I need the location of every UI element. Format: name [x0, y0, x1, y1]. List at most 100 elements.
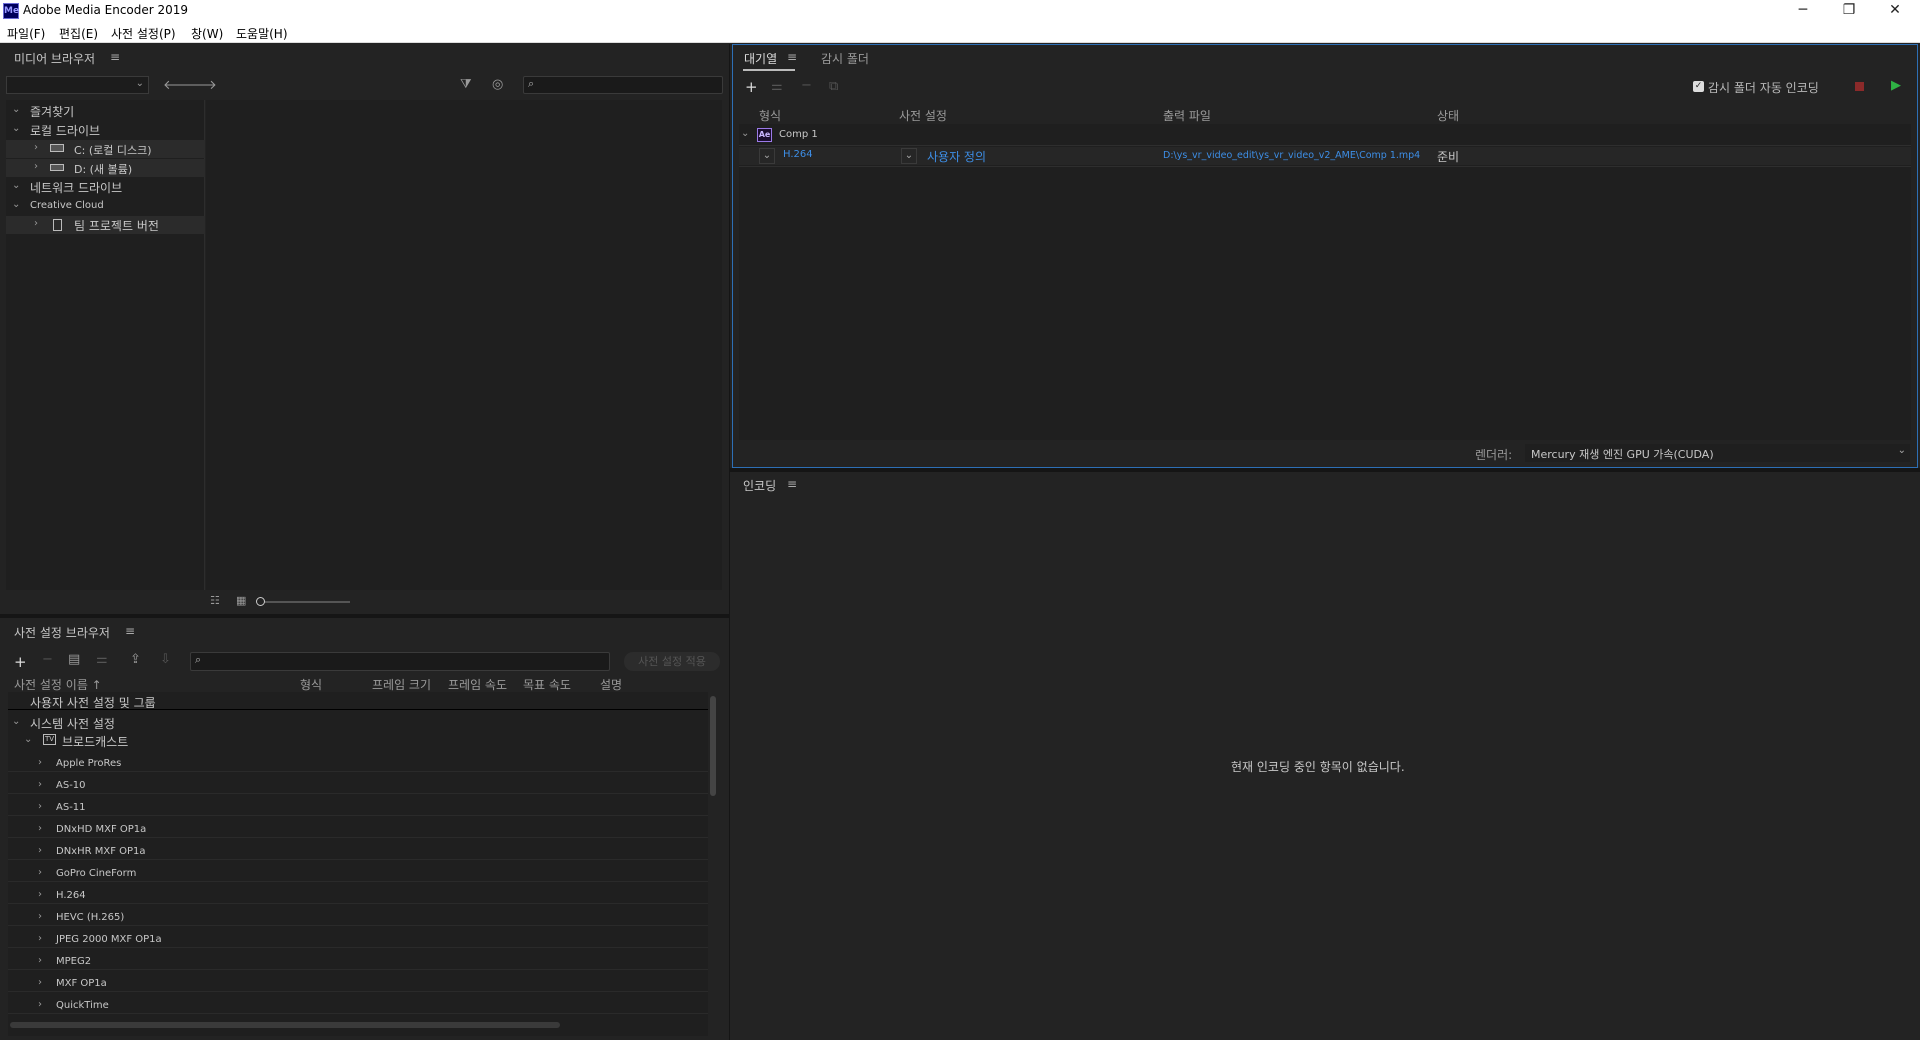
broadcast-row[interactable]: ⌄ TV 브로드캐스트	[8, 732, 708, 750]
preset-list-item[interactable]: › QuickTime	[8, 996, 708, 1014]
close-icon[interactable]: ✕	[1872, 0, 1918, 22]
import-preset-icon[interactable]: ⇪	[130, 652, 141, 667]
user-presets-row[interactable]: 사용자 사전 설정 및 그룹	[8, 692, 708, 710]
add-source-icon[interactable]: +	[745, 78, 758, 96]
add-preset-icon[interactable]: +	[14, 653, 27, 671]
menu-help[interactable]: 도움말(H)	[236, 25, 288, 42]
column-status[interactable]: 상태	[1437, 107, 1459, 124]
job-format[interactable]: H.264	[783, 149, 813, 160]
preset-list-item[interactable]: › AS-11	[8, 798, 708, 816]
tree-drive-d[interactable]: › D: (새 볼륨)	[6, 159, 205, 177]
filter-icon[interactable]: ⧩	[460, 77, 472, 92]
slider-handle[interactable]	[256, 597, 265, 606]
tree-network-drives[interactable]: ⌄ 네트워크 드라이브	[6, 178, 205, 196]
chevron-down-icon: ⌄	[1897, 445, 1906, 456]
preset-search-input[interactable]: ⌕	[190, 652, 610, 671]
horizontal-scrollbar[interactable]	[10, 1022, 560, 1028]
icon-view-icon[interactable]: ▦	[236, 594, 246, 607]
panel-menu-icon[interactable]: ≡	[125, 624, 135, 638]
location-dropdown[interactable]: ⌄	[6, 76, 149, 94]
preset-list-item[interactable]: › MXF OP1a	[8, 974, 708, 992]
column-frame-size[interactable]: 프레임 크기	[372, 676, 431, 693]
column-description[interactable]: 설명	[600, 676, 622, 693]
forward-arrow-icon[interactable]: 🡒	[182, 77, 217, 93]
start-queue-icon[interactable]: ▶	[1891, 78, 1901, 93]
preset-list-item[interactable]: › DNxHR MXF OP1a	[8, 842, 708, 860]
preset-list-item[interactable]: › H.264	[8, 886, 708, 904]
tree-team-projects[interactable]: › 팀 프로젝트 버전	[6, 216, 205, 234]
duplicate-icon[interactable]: ⧉	[829, 79, 838, 94]
renderer-label: 렌더러:	[1475, 448, 1513, 462]
media-search-input[interactable]: ⌕	[523, 76, 723, 94]
menu-edit[interactable]: 편집(E)	[59, 25, 98, 42]
column-frame-rate[interactable]: 프레임 속도	[448, 676, 507, 693]
tree-label: C: (로컬 디스크)	[74, 144, 152, 157]
window-title: Adobe Media Encoder 2019	[23, 3, 189, 17]
column-format[interactable]: 형식	[759, 107, 781, 124]
preset-list-item[interactable]: › GoPro CineForm	[8, 864, 708, 882]
search-icon: ⌕	[195, 653, 202, 666]
column-output-file[interactable]: 출력 파일	[1163, 107, 1211, 124]
chevron-down-icon: ⌄	[24, 734, 33, 745]
format-dropdown-icon[interactable]: ⌄	[759, 148, 775, 164]
preset-item-label: AS-10	[56, 780, 86, 791]
row-divider	[739, 145, 1911, 146]
zoom-slider[interactable]	[256, 597, 350, 606]
remove-icon[interactable]: −	[801, 78, 812, 93]
tree-creative-cloud[interactable]: ⌄ Creative Cloud	[6, 197, 205, 215]
after-effects-icon: Ae	[757, 128, 772, 142]
chevron-right-icon: ›	[34, 142, 38, 153]
column-format[interactable]: 형식	[300, 676, 322, 693]
preset-dropdown-icon[interactable]: ⌄	[901, 148, 917, 164]
tab-watch-folders[interactable]: 감시 폴더	[821, 50, 869, 67]
apply-preset-button[interactable]: 사전 설정 적용	[624, 652, 720, 671]
panel-menu-icon[interactable]: ≡	[787, 477, 797, 491]
tree-favorites[interactable]: ⌄ 즐겨찾기	[6, 102, 205, 120]
menu-presets[interactable]: 사전 설정(P)	[111, 25, 176, 42]
drive-icon	[50, 164, 64, 171]
queue-job-row[interactable]: ⌄ H.264 ⌄ 사용자 정의 D:\ys_vr_video_edit\ys_…	[739, 147, 1911, 165]
chevron-down-icon: ⌄	[12, 180, 21, 191]
system-presets-row[interactable]: ⌄ 시스템 사전 설정	[8, 714, 708, 732]
remove-preset-icon[interactable]: −	[42, 652, 53, 667]
view-icon[interactable]: ◎	[492, 77, 503, 92]
stop-icon[interactable]	[1855, 82, 1864, 91]
new-group-icon[interactable]: ▤	[68, 652, 80, 667]
export-preset-icon[interactable]: ⇩	[160, 652, 171, 667]
column-preset-name[interactable]: 사전 설정 이름 ↑	[14, 676, 102, 693]
settings-icon[interactable]: ⚌	[96, 652, 108, 667]
column-preset[interactable]: 사전 설정	[899, 107, 947, 124]
list-view-icon[interactable]: ☷	[210, 594, 220, 607]
restore-icon[interactable]: ❐	[1826, 0, 1872, 22]
queue-comp-row[interactable]: ⌄ Ae Comp 1	[739, 126, 1911, 144]
renderer-dropdown[interactable]: Mercury 재생 엔진 GPU 가속(CUDA) ⌄	[1525, 444, 1910, 462]
tree-drive-c[interactable]: › C: (로컬 디스크)	[6, 140, 205, 158]
scrollbar-thumb[interactable]	[710, 696, 716, 796]
auto-encode-checkbox[interactable]: ✓	[1693, 81, 1704, 92]
panel-menu-icon[interactable]: ≡	[787, 50, 797, 64]
tree-local-drives[interactable]: ⌄ 로컬 드라이브	[6, 121, 205, 139]
preset-settings-icon[interactable]: ⚌	[771, 79, 783, 94]
comp-name: Comp 1	[779, 129, 818, 140]
chevron-right-icon: ›	[34, 218, 38, 229]
preset-list-item[interactable]: › MPEG2	[8, 952, 708, 970]
menu-window[interactable]: 창(W)	[191, 25, 223, 42]
minimize-icon[interactable]: ─	[1780, 0, 1826, 22]
preset-list-item[interactable]: › JPEG 2000 MXF OP1a	[8, 930, 708, 948]
preset-list-item[interactable]: › HEVC (H.265)	[8, 908, 708, 926]
menu-file[interactable]: 파일(F)	[7, 25, 45, 42]
media-browser-title: 미디어 브라우저	[14, 52, 96, 66]
preset-browser-title: 사전 설정 브라우저	[14, 626, 110, 640]
job-preset[interactable]: 사용자 정의	[927, 148, 986, 165]
vertical-splitter[interactable]	[729, 44, 730, 1040]
preset-list-item[interactable]: › AS-10	[8, 776, 708, 794]
tab-queue[interactable]: 대기열	[744, 50, 777, 67]
vertical-scrollbar[interactable]	[708, 692, 718, 1036]
preset-list-item[interactable]: › DNxHD MXF OP1a	[8, 820, 708, 838]
column-target-rate[interactable]: 목표 속도	[523, 676, 571, 693]
job-output-file[interactable]: D:\ys_vr_video_edit\ys_vr_video_v2_AME\C…	[1163, 150, 1420, 161]
chevron-down-icon: ⌄	[135, 78, 144, 89]
preset-list-item[interactable]: › Apple ProRes	[8, 754, 708, 772]
panel-menu-icon[interactable]: ≡	[110, 50, 120, 64]
row-label: 시스템 사전 설정	[30, 717, 115, 731]
